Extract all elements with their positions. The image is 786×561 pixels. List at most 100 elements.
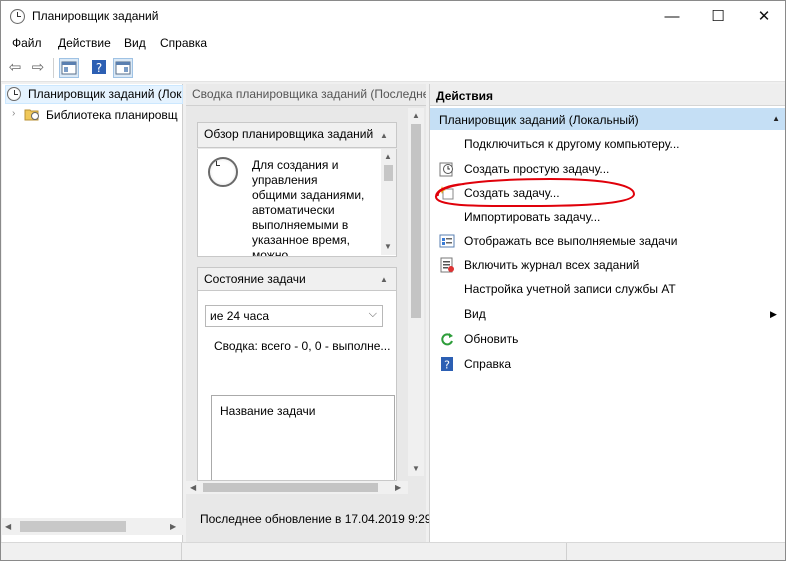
actions-pane: Действия Планировщик заданий (Локальный)… [429, 84, 785, 542]
action-label: Отображать все выполняемые задачи [464, 234, 678, 248]
action-label: Справка [464, 357, 512, 371]
simple-task-icon [439, 161, 455, 177]
summary-footer: Последнее обновление в 17.04.2019 9:29:5 [186, 494, 441, 542]
status-divider [566, 543, 567, 560]
period-select[interactable]: ие 24 часа ⌵ [205, 305, 383, 327]
svg-text:?: ? [444, 359, 450, 372]
menu-help[interactable]: Справка [160, 36, 207, 50]
scroll-thumb[interactable] [384, 165, 393, 181]
maximize-button[interactable]: ☐ [695, 1, 741, 32]
action-label: Обновить [464, 332, 519, 346]
scroll-up-icon[interactable]: ▲ [412, 111, 420, 120]
actions-section-header[interactable]: Планировщик заданий (Локальный) ▲ [430, 108, 785, 130]
action-label: Включить журнал всех заданий [464, 258, 640, 272]
status-bar [1, 542, 785, 560]
summary-header: Сводка планировщика заданий (Последне [186, 84, 426, 106]
action-help[interactable]: ? Справка [430, 352, 785, 376]
console-tree: Планировщик заданий (Лок › Библиотека пл… [2, 84, 183, 542]
summary-pane: Сводка планировщика заданий (Последне Об… [186, 84, 441, 542]
task-table: Название задачи [211, 395, 395, 480]
action-label: Вид [464, 307, 486, 321]
overview-text-line: общими заданиями, [252, 188, 365, 202]
toolbar: ⇦ ⇨ ? [1, 54, 785, 82]
back-arrow-icon[interactable]: ⇦ [5, 58, 25, 78]
action-at-service-account[interactable]: Настройка учетной записи службы AT [430, 277, 785, 301]
action-label: Подключиться к другому компьютеру... [464, 137, 680, 151]
action-enable-history[interactable]: Включить журнал всех заданий [430, 253, 785, 277]
collapse-icon[interactable]: ▲ [772, 114, 780, 123]
chevron-right-icon[interactable]: › [12, 108, 15, 119]
close-button[interactable]: ✕ [741, 1, 785, 32]
column-header-task-name[interactable]: Название задачи [220, 404, 316, 418]
status-panel: ие 24 часа ⌵ Сводка: всего - 0, 0 - выпо… [197, 291, 397, 481]
tree-item-label: Планировщик заданий (Лок [28, 87, 182, 101]
overview-clock-icon [208, 157, 238, 187]
action-refresh[interactable]: Обновить [430, 327, 785, 351]
summary-horizontal-scrollbar[interactable]: ◀ ▶ [186, 481, 408, 494]
task-scheduler-clock-icon [10, 9, 25, 24]
refresh-icon [439, 331, 455, 347]
chevron-down-icon: ⌵ [368, 308, 377, 320]
overview-scrollbar[interactable]: ▲ ▼ [381, 149, 396, 255]
menu-action[interactable]: Действие [58, 36, 111, 50]
overview-section-header[interactable]: Обзор планировщика заданий [197, 122, 397, 148]
overview-panel: Для создания и управления общими задания… [197, 149, 397, 257]
svg-text:?: ? [96, 61, 102, 75]
overview-text: Для создания и управления общими задания… [252, 158, 365, 257]
action-label: Настройка учетной записи службы AT [464, 282, 676, 296]
window-title: Планировщик заданий [32, 9, 159, 23]
scroll-down-icon[interactable]: ▼ [412, 464, 420, 473]
help-icon[interactable]: ? [89, 58, 109, 78]
minimize-button[interactable]: — [649, 1, 695, 32]
overview-text-line: указанное время, [252, 233, 350, 247]
period-select-value: ие 24 часа [210, 309, 269, 323]
help-icon: ? [439, 356, 455, 372]
scroll-thumb[interactable] [203, 483, 378, 492]
menu-bar: Файл Действие Вид Справка [1, 32, 785, 54]
overview-text-line: можно [252, 248, 289, 257]
action-show-running-tasks[interactable]: Отображать все выполняемые задачи [430, 229, 785, 253]
console-tree-icon[interactable] [59, 58, 79, 78]
journal-icon [439, 257, 455, 273]
scroll-left-icon[interactable]: ◀ [190, 483, 196, 492]
overview-text-line: Для создания и [252, 158, 339, 172]
status-summary: Сводка: всего - 0, 0 - выполне... [214, 339, 391, 353]
overview-section-title: Обзор планировщика заданий [204, 127, 374, 141]
action-connect-computer[interactable]: Подключиться к другому компьютеру... [430, 132, 785, 156]
collapse-icon[interactable]: ▲ [380, 275, 388, 284]
overview-text-line: выполняемыми в [252, 218, 349, 232]
menu-file[interactable]: Файл [12, 36, 42, 50]
overview-text-line: управления [252, 173, 318, 187]
task-scheduler-clock-icon [7, 87, 21, 101]
action-view[interactable]: Вид ▶ [430, 302, 785, 326]
scroll-down-icon[interactable]: ▼ [384, 242, 392, 251]
status-section-header[interactable]: Состояние задачи [197, 267, 397, 291]
summary-vertical-scrollbar[interactable]: ▲ ▼ [408, 108, 424, 476]
actions-header: Действия [430, 84, 785, 106]
submenu-arrow-icon: ▶ [770, 309, 777, 319]
scroll-up-icon[interactable]: ▲ [384, 152, 392, 161]
status-divider [181, 543, 182, 560]
app-window: Планировщик заданий — ☐ ✕ Файл Действие … [0, 0, 786, 561]
scroll-right-icon[interactable]: ▶ [170, 522, 176, 531]
toolbar-separator [53, 58, 54, 78]
action-pane-icon[interactable] [113, 58, 133, 78]
scroll-right-icon[interactable]: ▶ [395, 483, 401, 492]
overview-text-line: автоматически [252, 203, 335, 217]
title-bar[interactable]: Планировщик заданий — ☐ ✕ [1, 1, 785, 32]
running-tasks-icon [439, 233, 455, 249]
menu-view[interactable]: Вид [124, 36, 146, 50]
folder-clock-icon [24, 107, 40, 124]
scroll-thumb[interactable] [20, 521, 126, 532]
red-annotation-ellipse [435, 177, 636, 208]
scroll-thumb[interactable] [411, 124, 421, 318]
actions-section-title: Планировщик заданий (Локальный) [439, 113, 639, 127]
forward-arrow-icon[interactable]: ⇨ [28, 58, 48, 78]
scroll-left-icon[interactable]: ◀ [5, 522, 11, 531]
status-section-title: Состояние задачи [204, 272, 306, 286]
tree-item-task-library[interactable]: Библиотека планировщ [46, 108, 178, 122]
action-label: Создать простую задачу... [464, 162, 610, 176]
last-update-text: Последнее обновление в 17.04.2019 9:29:5 [200, 512, 442, 526]
collapse-icon[interactable]: ▲ [380, 131, 388, 140]
tree-horizontal-scrollbar[interactable]: ◀ ▶ [2, 518, 183, 535]
